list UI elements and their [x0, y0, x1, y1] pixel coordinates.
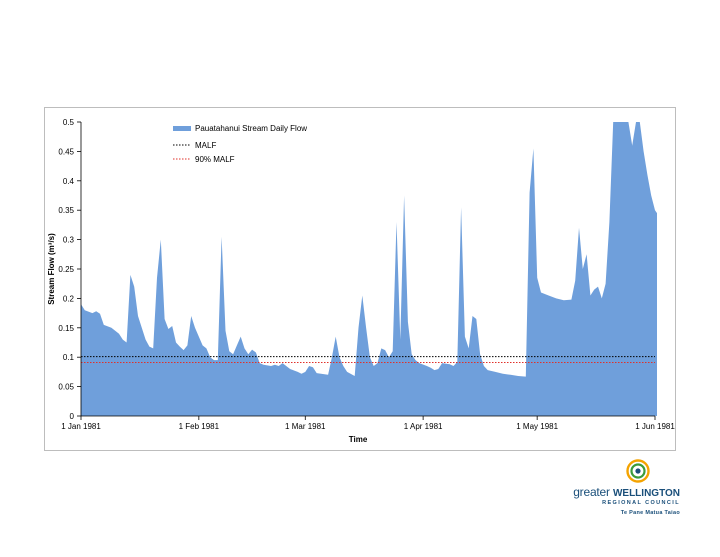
x-tick-label: 1 Apr 1981 [404, 422, 443, 431]
x-tick-label: 1 Jan 1981 [61, 422, 101, 431]
legend-label-flow: Pauatahanui Stream Daily Flow [195, 124, 307, 133]
logo-council-text: REGIONAL COUNCIL [602, 500, 680, 506]
x-tick-label: 1 Mar 1981 [285, 422, 326, 431]
y-tick-label: 0.15 [58, 324, 74, 333]
y-tick-label: 0.05 [58, 383, 74, 392]
y-tick-label: 0.1 [63, 353, 75, 362]
daily-flow-area [81, 122, 657, 416]
logo-maori-text: Te Pane Matua Taiao [620, 510, 680, 516]
legend: Pauatahanui Stream Daily Flow MALF 90% M… [173, 124, 307, 164]
x-axis-ticks: 1 Jan 1981 1 Feb 1981 1 Mar 1981 1 Apr 1981… [61, 416, 675, 431]
y-tick-label: 0.3 [63, 236, 75, 245]
x-axis-title: Time [349, 435, 368, 444]
y-tick-label: 0.25 [58, 265, 74, 274]
legend-label-malf: MALF [195, 141, 216, 150]
x-tick-label: 1 May 1981 [516, 422, 558, 431]
y-tick-label: 0.35 [58, 206, 74, 215]
greater-wellington-logo: greater WELLINGTON REGIONAL COUNCIL Te P… [566, 459, 682, 521]
y-axis-title: Stream Flow (m³/s) [47, 233, 56, 305]
y-tick-label: 0.5 [63, 118, 75, 127]
chart-frame: 0 0.05 0.1 0.15 0.2 0.25 0.3 0.35 0.4 0.45 0.5 1 J… [44, 107, 676, 451]
logo-word-greater: greater [573, 485, 610, 499]
legend-label-malf-90: 90% MALF [195, 155, 235, 164]
x-tick-label: 1 Feb 1981 [179, 422, 220, 431]
logo-wordmark: greater WELLINGTON [566, 485, 680, 499]
logo-word-wellington: WELLINGTON [612, 488, 680, 499]
y-tick-label: 0.45 [58, 147, 74, 156]
y-tick-label: 0.4 [63, 177, 75, 186]
legend-swatch-flow [173, 126, 191, 131]
y-axis-ticks: 0 0.05 0.1 0.15 0.2 0.25 0.3 0.35 0.4 0.45 0.5 [58, 118, 81, 421]
x-tick-label: 1 Jun 1981 [635, 422, 675, 431]
y-tick-label: 0.2 [63, 294, 75, 303]
logo-mark-icon [626, 459, 650, 483]
y-tick-label: 0 [70, 412, 75, 421]
stream-flow-chart: 0 0.05 0.1 0.15 0.2 0.25 0.3 0.35 0.4 0.45 0.5 1 J… [47, 118, 675, 444]
